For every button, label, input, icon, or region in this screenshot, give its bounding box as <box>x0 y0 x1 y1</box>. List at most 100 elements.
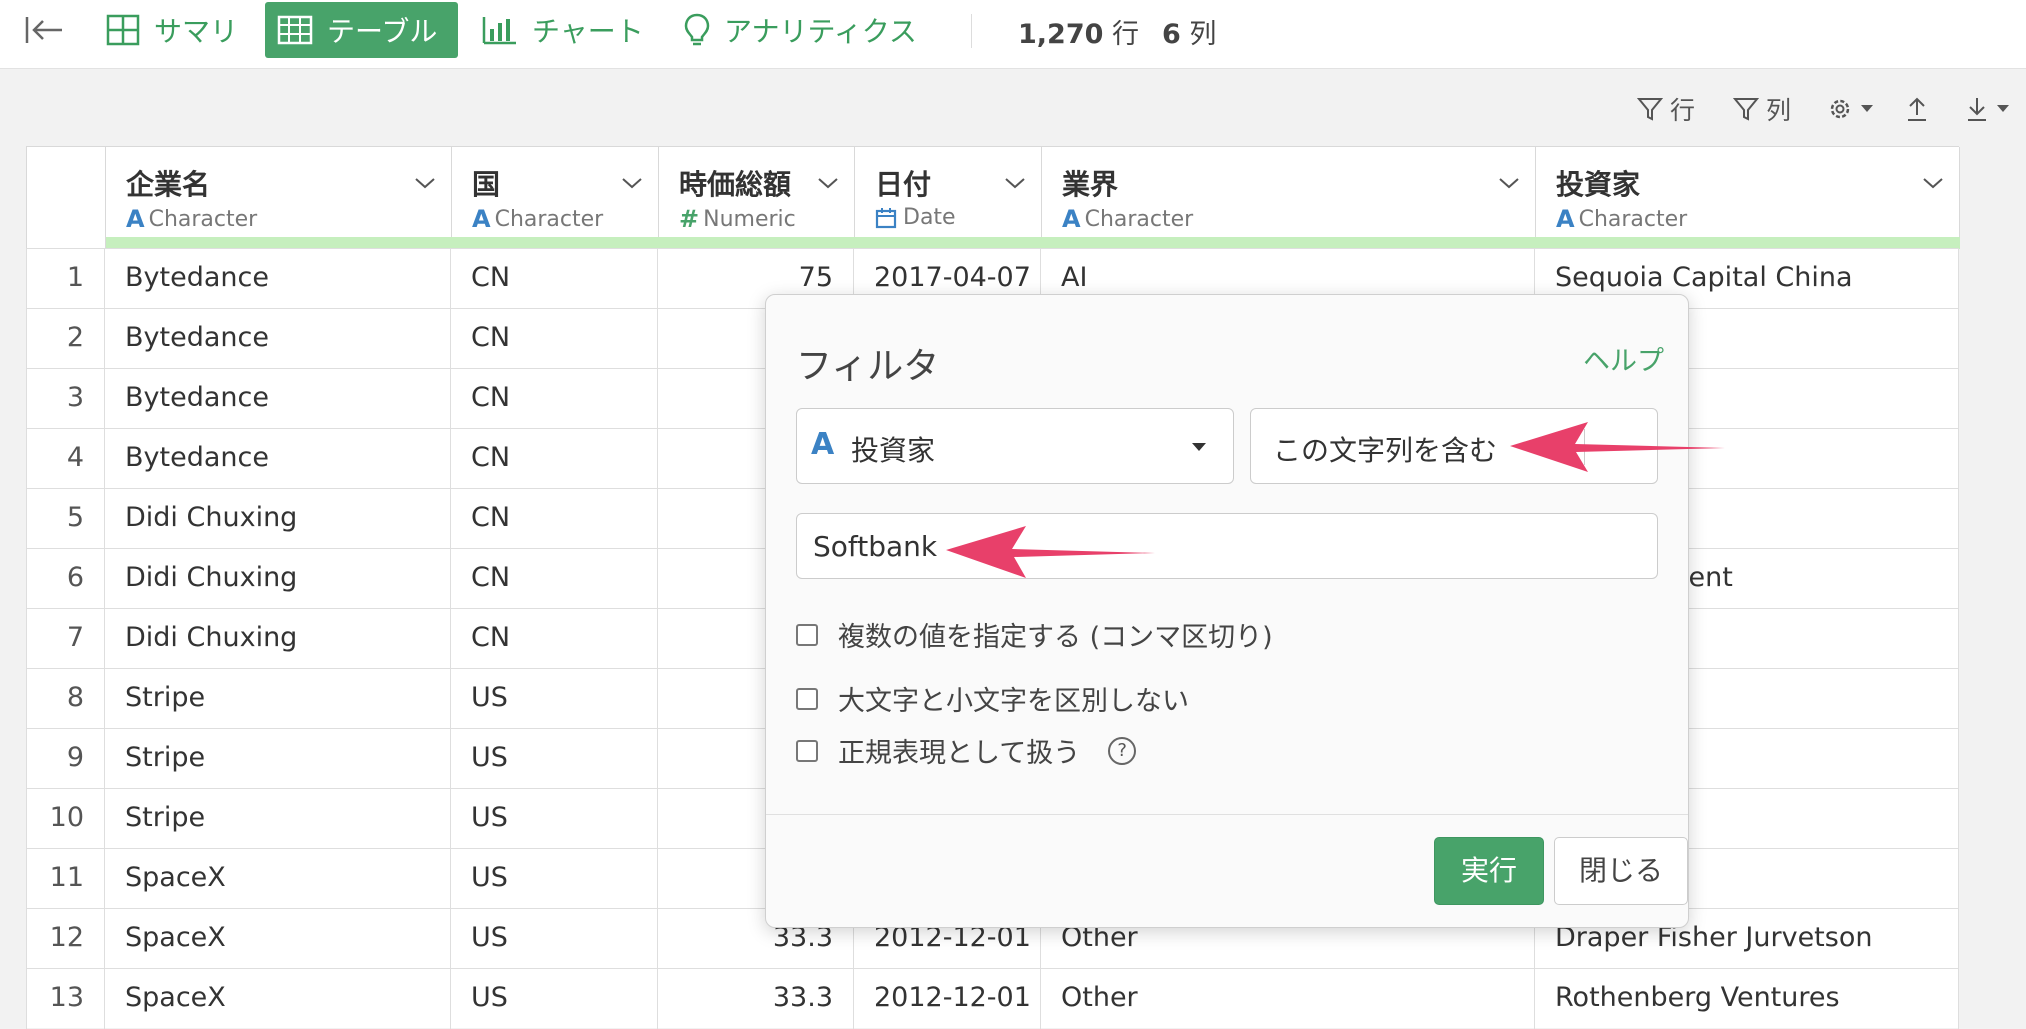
table-cell[interactable]: US <box>451 789 658 849</box>
column-name: 企業名 <box>126 168 211 201</box>
column-count-value: 6 <box>1162 19 1181 50</box>
column-count: 6 列 <box>1162 12 1216 51</box>
checkbox[interactable] <box>796 687 818 710</box>
character-type-icon: A <box>126 205 145 233</box>
table-cell[interactable]: CN <box>451 489 658 549</box>
settings-dropdown-button[interactable] <box>1826 90 1880 128</box>
row-count-value: 1,270 <box>1018 19 1104 50</box>
column-header-company[interactable]: 企業名 A Character <box>106 147 452 249</box>
row-index: 7 <box>26 609 105 669</box>
filter-value-input[interactable] <box>796 513 1658 579</box>
table-cell[interactable]: SpaceX <box>105 969 451 1029</box>
ignore-case-checkbox[interactable]: 大文字と小文字を区別しない <box>796 679 1189 718</box>
table-cell[interactable]: CN <box>451 309 658 369</box>
row-index: 10 <box>26 789 105 849</box>
gear-icon <box>1830 99 1850 119</box>
table-cell[interactable]: Didi Chuxing <box>105 609 451 669</box>
tab-analytics[interactable]: アナリティクス <box>672 2 929 58</box>
table-cell[interactable]: Bytedance <box>105 369 451 429</box>
chevron-down-icon[interactable] <box>413 175 437 191</box>
checkbox-label: 大文字と小文字を区別しない <box>838 686 1189 717</box>
lightbulb-icon <box>684 13 710 46</box>
chevron-down-icon[interactable] <box>1921 175 1945 191</box>
table-cell[interactable]: Bytedance <box>105 249 451 309</box>
tab-chart[interactable]: チャート <box>470 2 656 58</box>
row-index: 11 <box>26 849 105 909</box>
chevron-down-icon[interactable] <box>1003 175 1027 191</box>
column-select[interactable]: A 投資家 <box>796 408 1234 484</box>
table-cell[interactable]: Bytedance <box>105 429 451 489</box>
row-index: 8 <box>26 669 105 729</box>
table-cell[interactable]: Didi Chuxing <box>105 489 451 549</box>
calendar-icon <box>875 207 897 228</box>
run-button[interactable]: 実行 <box>1434 837 1544 905</box>
row-index: 9 <box>26 729 105 789</box>
regex-checkbox[interactable]: 正規表現として扱う ? <box>796 731 1137 770</box>
operator-select[interactable]: この文字列を含む <box>1250 408 1658 484</box>
numeric-type-icon: # <box>679 205 700 233</box>
toolbar-divider <box>971 14 972 48</box>
table-cell[interactable]: CN <box>451 429 658 489</box>
column-header-industry[interactable]: 業界 A Character <box>1042 147 1536 249</box>
table-icon <box>277 15 313 45</box>
select-divider <box>1584 429 1585 465</box>
summary-grid-icon <box>106 14 140 46</box>
chevron-down-icon[interactable] <box>1497 175 1521 191</box>
table-cell[interactable]: 2012-12-01 <box>854 969 1041 1029</box>
table-cell[interactable]: Stripe <box>105 669 451 729</box>
dialog-title: フィルタ <box>796 346 940 387</box>
filter-rows-button[interactable]: 行 <box>1636 90 1695 128</box>
filter-rows-label: 行 <box>1670 96 1696 125</box>
multiple-values-checkbox[interactable]: 複数の値を指定する (コンマ区切り) <box>796 615 1273 654</box>
table-cell[interactable]: CN <box>451 609 658 669</box>
close-button[interactable]: 閉じる <box>1554 837 1688 905</box>
table-cell[interactable]: SpaceX <box>105 849 451 909</box>
table-cell[interactable]: 33.3 <box>658 969 854 1029</box>
help-question-icon[interactable]: ? <box>1108 736 1137 765</box>
table-cell[interactable]: Stripe <box>105 729 451 789</box>
tab-analytics-label: アナリティクス <box>724 15 917 48</box>
chevron-down-icon[interactable] <box>816 175 840 191</box>
table-cell[interactable]: US <box>451 909 658 969</box>
table-cell[interactable]: CN <box>451 549 658 609</box>
tab-table-label: テーブル <box>327 15 438 48</box>
table-cell[interactable]: US <box>451 849 658 909</box>
column-header-investor[interactable]: 投資家 A Character <box>1536 147 1960 249</box>
column-header-date[interactable]: 日付 Date <box>855 147 1042 249</box>
table-cell[interactable]: Bytedance <box>105 309 451 369</box>
table-cell[interactable]: SpaceX <box>105 909 451 969</box>
collapse-left-icon[interactable] <box>24 14 66 46</box>
filter-columns-label: 列 <box>1766 96 1792 125</box>
download-dropdown-button[interactable] <box>1964 90 2016 128</box>
row-index: 12 <box>26 909 105 969</box>
help-link[interactable]: ヘルプ <box>1583 339 1664 378</box>
table-cell[interactable]: CN <box>451 369 658 429</box>
row-index: 3 <box>26 369 105 429</box>
tab-summary[interactable]: サマリ <box>94 2 250 58</box>
table-cell[interactable]: US <box>451 669 658 729</box>
table-cell[interactable]: CN <box>451 249 658 309</box>
upload-button[interactable] <box>1904 90 1936 128</box>
table-cell[interactable]: Stripe <box>105 789 451 849</box>
table-cell[interactable]: Rothenberg Ventures <box>1535 969 1959 1029</box>
table-cell[interactable]: US <box>451 729 658 789</box>
column-type: # Numeric <box>679 205 796 233</box>
tab-table[interactable]: テーブル <box>265 2 458 58</box>
bar-chart-icon <box>482 17 516 45</box>
filter-columns-button[interactable]: 列 <box>1732 90 1791 128</box>
table-cell[interactable]: Didi Chuxing <box>105 549 451 609</box>
table-cell[interactable]: US <box>451 969 658 1029</box>
tab-chart-label: チャート <box>532 15 644 48</box>
column-header-country[interactable]: 国 A Character <box>452 147 659 249</box>
chevron-down-icon[interactable] <box>620 175 644 191</box>
column-name: 時価総額 <box>679 168 792 201</box>
column-count-unit: 列 <box>1189 19 1217 50</box>
table-cell[interactable]: Other <box>1041 969 1535 1029</box>
dialog-footer: 実行 閉じる <box>766 814 1688 927</box>
checkbox[interactable] <box>796 623 818 646</box>
row-count: 1,270 行 <box>1018 12 1139 51</box>
column-header-market-cap[interactable]: 時価総額 # Numeric <box>659 147 855 249</box>
checkbox[interactable] <box>796 739 818 762</box>
caret-down-icon <box>1861 105 1873 112</box>
column-type: Date <box>875 205 956 230</box>
